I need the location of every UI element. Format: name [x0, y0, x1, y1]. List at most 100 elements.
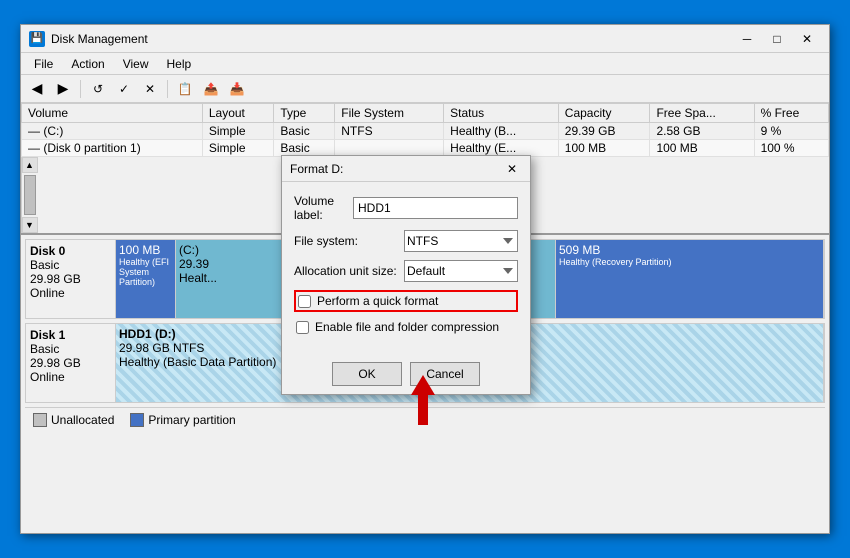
- volume-label-input[interactable]: [353, 197, 518, 219]
- format-dialog: Format D: ✕ Volume label: File system: N…: [281, 155, 531, 395]
- cell-0-5: 29.39 GB: [558, 123, 650, 140]
- col-status[interactable]: Status: [444, 104, 559, 123]
- disk0-recovery-partition[interactable]: 509 MB Healthy (Recovery Partition): [556, 240, 824, 318]
- cell-2-7: 100 %: [754, 157, 828, 158]
- disk1-size: 29.98 GB: [30, 356, 111, 370]
- cell-0-0: — (C:): [22, 123, 203, 140]
- disk0-recovery-sub: Healthy (Recovery Partition): [559, 257, 820, 267]
- col-volume[interactable]: Volume: [22, 104, 203, 123]
- volume-table: Volume Layout Type File System Status Ca…: [21, 103, 829, 157]
- dialog-title-bar: Format D: ✕: [282, 156, 530, 182]
- window-title: Disk Management: [51, 32, 733, 46]
- table-row[interactable]: — (C:)SimpleBasicNTFSHealthy (B...29.39 …: [22, 123, 829, 140]
- compression-checkbox[interactable]: [296, 321, 309, 334]
- cell-2-1: Simple: [202, 157, 273, 158]
- legend-primary-label: Primary partition: [148, 413, 235, 427]
- disk0-efi-sub: Healthy (EFI System Partition): [119, 257, 172, 287]
- quick-format-checkbox[interactable]: [298, 295, 311, 308]
- refresh-button[interactable]: ↺: [86, 78, 110, 100]
- cell-1-2: Basic: [274, 140, 335, 157]
- menu-file[interactable]: File: [25, 54, 62, 74]
- dialog-title-text: Format D:: [290, 162, 502, 176]
- menu-view[interactable]: View: [114, 54, 158, 74]
- dialog-body: Volume label: File system: NTFS FAT32 ex…: [282, 182, 530, 354]
- col-layout[interactable]: Layout: [202, 104, 273, 123]
- table-row[interactable]: — (Disk 0 partition 1)SimpleBasic Healthy…: [22, 140, 829, 157]
- cell-0-2: Basic: [274, 123, 335, 140]
- filesystem-select[interactable]: NTFS FAT32 exFAT: [404, 230, 518, 252]
- cell-0-1: Simple: [202, 123, 273, 140]
- dialog-buttons: OK Cancel: [282, 354, 530, 394]
- disk0-recovery-label: 509 MB: [559, 243, 820, 257]
- menu-bar: File Action View Help: [21, 53, 829, 75]
- title-bar: 💾 Disk Management ─ □ ✕: [21, 25, 829, 53]
- col-capacity[interactable]: Capacity: [558, 104, 650, 123]
- cell-0-3: NTFS: [335, 123, 444, 140]
- delete-button[interactable]: ✕: [138, 78, 162, 100]
- cell-1-4: Healthy (E...: [444, 140, 559, 157]
- allocation-row: Allocation unit size: Default 512 1024 2…: [294, 260, 518, 282]
- cell-2-5: 509 MB: [558, 157, 650, 158]
- minimize-button[interactable]: ─: [733, 29, 761, 49]
- legend-unallocated: Unallocated: [33, 413, 114, 427]
- legend-primary-box: [130, 413, 144, 427]
- ok-button[interactable]: OK: [332, 362, 402, 386]
- toolbar-sep2: [167, 80, 168, 98]
- disk1-name: Disk 1: [30, 328, 111, 342]
- maximize-button[interactable]: □: [763, 29, 791, 49]
- window-icon: 💾: [29, 31, 45, 47]
- disk0-status: Online: [30, 286, 111, 300]
- cell-2-6: 509 MB: [650, 157, 754, 158]
- cancel-button[interactable]: Cancel: [410, 362, 480, 386]
- filesystem-row: File system: NTFS FAT32 exFAT: [294, 230, 518, 252]
- table-scrollbar[interactable]: ▲ ▼: [21, 157, 37, 233]
- dialog-close-button[interactable]: ✕: [502, 160, 522, 178]
- legend-primary: Primary partition: [130, 413, 235, 427]
- cell-0-6: 2.58 GB: [650, 123, 754, 140]
- volume-label-label: Volume label:: [294, 194, 353, 222]
- compression-row: Enable file and folder compression: [294, 318, 518, 336]
- col-filesystem[interactable]: File System: [335, 104, 444, 123]
- cell-0-7: 9 %: [754, 123, 828, 140]
- volume-label-row: Volume label:: [294, 194, 518, 222]
- properties-button[interactable]: 📋: [173, 78, 197, 100]
- disk1-type: Basic: [30, 342, 111, 356]
- import-button[interactable]: 📥: [225, 78, 249, 100]
- scroll-thumb[interactable]: [24, 175, 36, 215]
- quick-format-label: Perform a quick format: [317, 294, 438, 308]
- export-button[interactable]: 📤: [199, 78, 223, 100]
- scroll-down[interactable]: ▼: [22, 217, 38, 233]
- cell-1-0: — (Disk 0 partition 1): [22, 140, 203, 157]
- cell-1-3: [335, 140, 444, 157]
- cell-1-7: 100 %: [754, 140, 828, 157]
- filesystem-label: File system:: [294, 234, 404, 248]
- disk0-efi-partition[interactable]: 100 MB Healthy (EFI System Partition): [116, 240, 176, 318]
- legend-bar: Unallocated Primary partition: [25, 407, 825, 431]
- close-button[interactable]: ✕: [793, 29, 821, 49]
- menu-action[interactable]: Action: [62, 54, 113, 74]
- disk0-name: Disk 0: [30, 244, 111, 258]
- cell-0-4: Healthy (B...: [444, 123, 559, 140]
- disk1-status: Online: [30, 370, 111, 384]
- toolbar-sep1: [80, 80, 81, 98]
- toolbar: ◀ ▶ ↺ ✓ ✕ 📋 📤 📥: [21, 75, 829, 103]
- allocation-label: Allocation unit size:: [294, 264, 404, 278]
- main-window: 💾 Disk Management ─ □ ✕ File Action View…: [20, 24, 830, 534]
- check-button[interactable]: ✓: [112, 78, 136, 100]
- disk0-efi-label: 100 MB: [119, 243, 172, 257]
- allocation-select[interactable]: Default 512 1024 2048 4096: [404, 260, 518, 282]
- disk0-size: 29.98 GB: [30, 272, 111, 286]
- back-button[interactable]: ◀: [25, 78, 49, 100]
- legend-unallocated-label: Unallocated: [51, 413, 114, 427]
- window-controls: ─ □ ✕: [733, 29, 821, 49]
- disk1-label: Disk 1 Basic 29.98 GB Online: [26, 324, 116, 402]
- col-freepct[interactable]: % Free: [754, 104, 828, 123]
- cell-1-1: Simple: [202, 140, 273, 157]
- menu-help[interactable]: Help: [158, 54, 201, 74]
- col-type[interactable]: Type: [274, 104, 335, 123]
- compression-label: Enable file and folder compression: [315, 320, 499, 334]
- col-freespace[interactable]: Free Spa...: [650, 104, 754, 123]
- cell-2-0: — (Disk 0 partition 4): [22, 157, 203, 158]
- scroll-up[interactable]: ▲: [22, 157, 38, 173]
- forward-button[interactable]: ▶: [51, 78, 75, 100]
